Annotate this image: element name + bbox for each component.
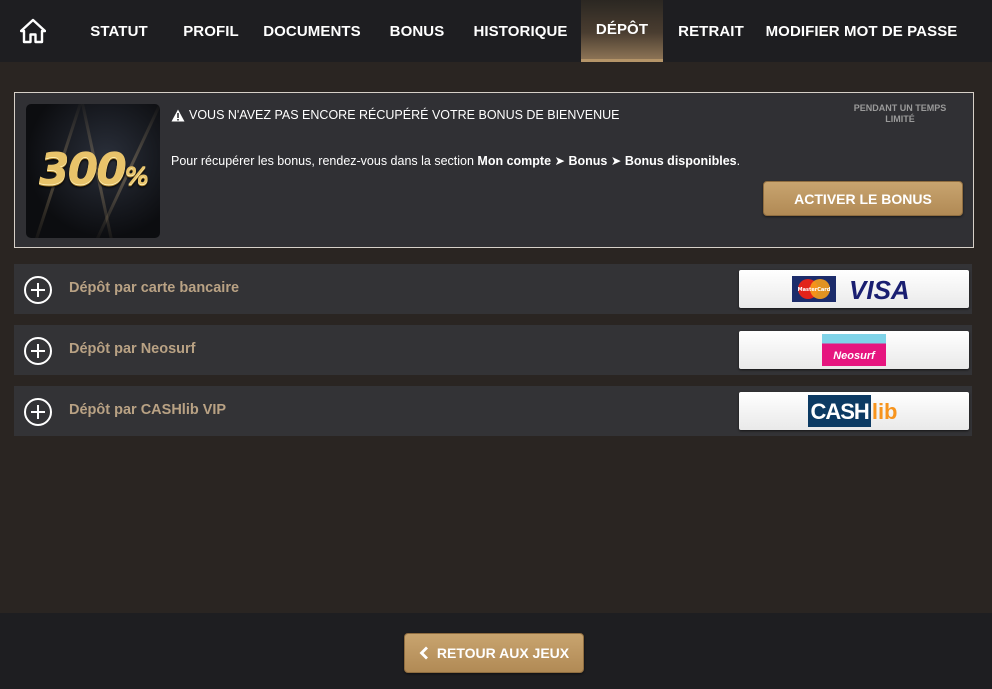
path-bonus: Bonus <box>568 154 608 168</box>
visa-text: VISA <box>849 275 910 305</box>
expand-plus-icon[interactable] <box>24 337 52 365</box>
tab-retrait[interactable]: RETRAIT <box>663 0 759 62</box>
neosurf-logo[interactable]: Neosurf <box>739 331 969 369</box>
arrow-icon: ➤ <box>610 154 622 168</box>
cashlib-text-cash: CASH <box>808 395 871 427</box>
bonus-banner: 300% VOUS N'AVEZ PAS ENCORE RÉCUPÉRÉ VOT… <box>14 92 974 248</box>
chevron-left-icon <box>419 646 428 660</box>
top-nav: STATUT PROFIL DOCUMENTS BONUS HISTORIQUE… <box>0 0 992 62</box>
cashlib-badge: CASH lib <box>808 395 899 427</box>
arrow-icon: ➤ <box>554 154 565 168</box>
expand-plus-icon[interactable] <box>24 398 52 426</box>
tab-bonus[interactable]: BONUS <box>374 0 460 62</box>
deposit-label: Dépôt par Neosurf <box>69 341 196 357</box>
neosurf-text: Neosurf <box>833 350 875 362</box>
bonus-warning-text: VOUS N'AVEZ PAS ENCORE RÉCUPÉRÉ VOTRE BO… <box>189 108 620 122</box>
nav-tabs: STATUT PROFIL DOCUMENTS BONUS HISTORIQUE… <box>66 0 964 62</box>
bonus-warning: VOUS N'AVEZ PAS ENCORE RÉCUPÉRÉ VOTRE BO… <box>171 108 619 122</box>
deposit-row-card[interactable]: Dépôt par carte bancaire MasterCard VISA <box>14 264 972 314</box>
tab-profil[interactable]: PROFIL <box>172 0 250 62</box>
warning-icon <box>171 109 185 121</box>
card-logos-icon: MasterCard VISA <box>792 275 910 305</box>
tab-historique[interactable]: HISTORIQUE <box>460 0 581 62</box>
deposit-label: Dépôt par CASHlib VIP <box>69 402 227 418</box>
deposit-row-neosurf[interactable]: Dépôt par Neosurf Neosurf <box>14 325 972 375</box>
cashlib-text-lib: lib <box>871 399 898 424</box>
deposit-label: Dépôt par carte bancaire <box>69 280 240 296</box>
bonus-instructions: Pour récupérer les bonus, rendez-vous da… <box>171 154 741 168</box>
expand-plus-icon[interactable] <box>24 276 52 304</box>
limited-time-label: PENDANT UN TEMPS LIMITÉ <box>853 103 947 124</box>
back-label: RETOUR AUX JEUX <box>436 645 570 661</box>
mastercard-visa-logo[interactable]: MasterCard VISA <box>739 270 969 308</box>
mastercard-text: MasterCard <box>798 287 831 293</box>
neosurf-badge: Neosurf <box>822 334 886 366</box>
tab-statut[interactable]: STATUT <box>66 0 172 62</box>
back-to-games-button[interactable]: RETOUR AUX JEUX <box>404 633 584 673</box>
tab-documents[interactable]: DOCUMENTS <box>250 0 374 62</box>
activate-bonus-button[interactable]: ACTIVER LE BONUS <box>763 181 963 216</box>
tab-depot[interactable]: DÉPÔT <box>581 0 663 62</box>
tab-modifier-mot-de-passe[interactable]: MODIFIER MOT DE PASSE <box>759 0 964 62</box>
deposit-row-cashlib[interactable]: Dépôt par CASHlib VIP CASH lib <box>14 386 972 436</box>
bonus-image: 300% <box>26 104 160 238</box>
home-button[interactable] <box>0 0 66 62</box>
path-mon-compte: Mon compte <box>477 154 552 168</box>
bonus-percentage: 300% <box>39 144 149 195</box>
cashlib-logo[interactable]: CASH lib <box>739 392 969 430</box>
path-bonus-disponibles: Bonus disponibles <box>624 154 737 168</box>
home-icon <box>20 18 46 44</box>
footer: RETOUR AUX JEUX <box>0 613 992 689</box>
